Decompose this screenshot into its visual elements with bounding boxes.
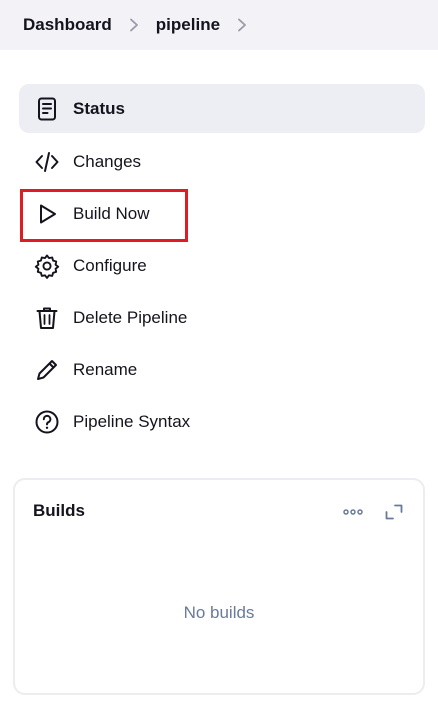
nav-item-label: Rename [73, 360, 138, 379]
nav-item-pipeline-syntax[interactable]: Pipeline Syntax [19, 396, 425, 448]
nav-item-label: Status [73, 98, 125, 118]
builds-title: Builds [33, 501, 85, 520]
nav-item-configure[interactable]: Configure [19, 240, 425, 292]
nav-item-changes[interactable]: Changes [19, 136, 425, 188]
nav-item-rename[interactable]: Rename [19, 344, 425, 396]
gear-icon [34, 253, 60, 279]
side-nav: Status Changes Build Now Configure Delet… [19, 84, 425, 448]
chevron-right-icon[interactable] [112, 18, 156, 32]
document-icon [34, 96, 60, 122]
breadcrumb-dashboard[interactable]: Dashboard [23, 15, 112, 35]
help-circle-icon [34, 409, 60, 435]
code-icon [34, 149, 60, 175]
chevron-right-icon[interactable] [220, 18, 264, 32]
breadcrumb-pipeline[interactable]: pipeline [156, 15, 220, 35]
no-builds-message: No builds [183, 603, 255, 622]
nav-item-label: Pipeline Syntax [73, 412, 191, 431]
nav-item-label: Delete Pipeline [73, 308, 188, 327]
play-icon [34, 201, 60, 227]
nav-item-delete-pipeline[interactable]: Delete Pipeline [19, 292, 425, 344]
trash-icon [34, 305, 60, 331]
nav-item-label: Build Now [73, 204, 150, 223]
pencil-icon [34, 357, 60, 383]
nav-item-label: Changes [73, 152, 142, 171]
more-options-icon[interactable] [341, 502, 365, 522]
builds-card: Builds No builds [13, 478, 425, 695]
nav-item-build-now[interactable]: Build Now [19, 188, 425, 242]
nav-item-label: Configure [73, 256, 147, 275]
nav-item-status[interactable]: Status [19, 84, 425, 133]
breadcrumb: Dashboard pipeline [0, 0, 438, 50]
expand-icon[interactable] [382, 502, 406, 522]
